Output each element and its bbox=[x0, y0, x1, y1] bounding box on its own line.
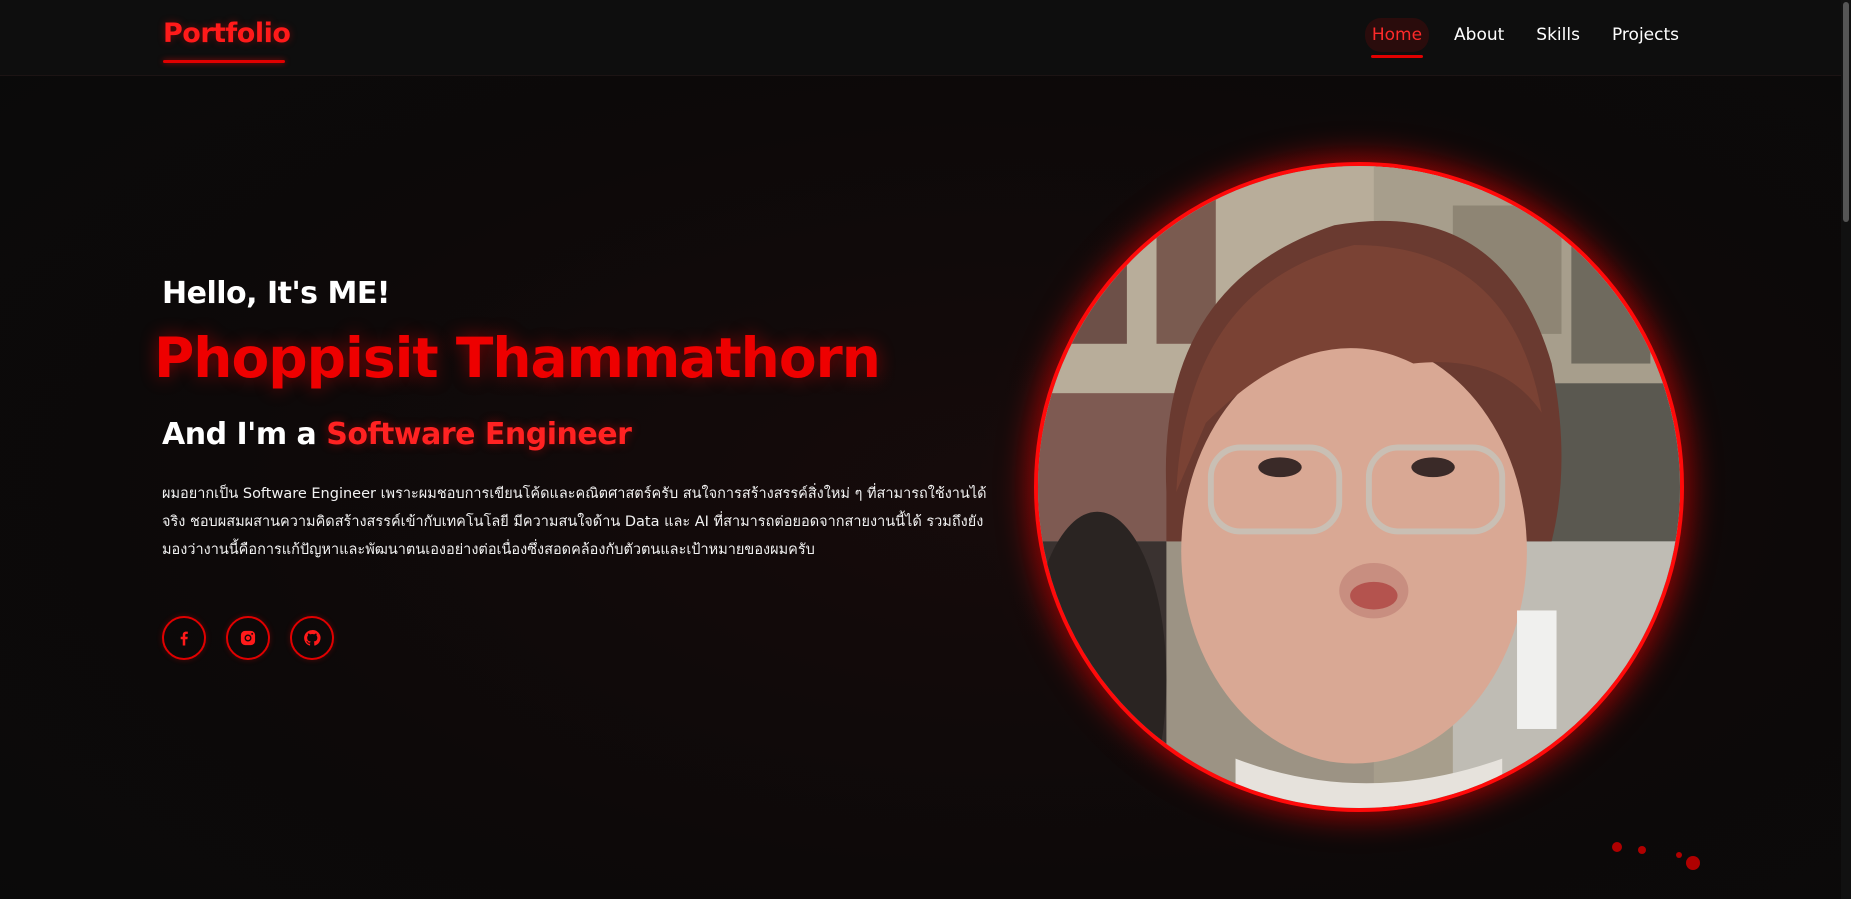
hero-bio: ผมอยากเป็น Software Engineer เพราะผมชอบก… bbox=[162, 486, 987, 558]
nav-home[interactable]: Home bbox=[1364, 18, 1430, 58]
facebook-link[interactable] bbox=[162, 616, 206, 660]
instagram-link[interactable] bbox=[226, 616, 270, 660]
scrollbar-thumb[interactable] bbox=[1843, 2, 1849, 222]
hero-greeting: Hello, It's ME! bbox=[162, 276, 391, 311]
social-links bbox=[162, 616, 334, 660]
nav-skills[interactable]: Skills bbox=[1529, 18, 1587, 52]
main-nav: Home About Skills Projects bbox=[1364, 18, 1686, 58]
github-link[interactable] bbox=[290, 616, 334, 660]
hero-name: Phoppisit Thammathorn bbox=[154, 326, 881, 390]
nav-about[interactable]: About bbox=[1447, 18, 1511, 52]
github-icon bbox=[304, 630, 321, 646]
instagram-icon bbox=[240, 630, 256, 646]
splatter-dot bbox=[1638, 846, 1646, 854]
splatter-dot bbox=[1686, 856, 1700, 870]
splatter-dot bbox=[1612, 842, 1622, 852]
hero-role: And I'm a Software Engineer bbox=[162, 417, 632, 452]
page-scrollbar[interactable] bbox=[1841, 0, 1851, 899]
profile-photo-image bbox=[1038, 166, 1680, 808]
facebook-icon bbox=[180, 631, 188, 646]
portfolio-page: Portfolio Home About Skills Projects Hel… bbox=[0, 0, 1851, 899]
site-header: Portfolio Home About Skills Projects bbox=[0, 0, 1851, 76]
splatter-dot bbox=[1676, 852, 1682, 858]
logo-underline bbox=[163, 60, 285, 63]
role-prefix: And I'm a bbox=[162, 417, 317, 452]
logo-link[interactable]: Portfolio bbox=[163, 18, 291, 49]
profile-photo bbox=[1034, 162, 1684, 812]
nav-projects[interactable]: Projects bbox=[1605, 18, 1686, 52]
role-title: Software Engineer bbox=[326, 417, 632, 452]
